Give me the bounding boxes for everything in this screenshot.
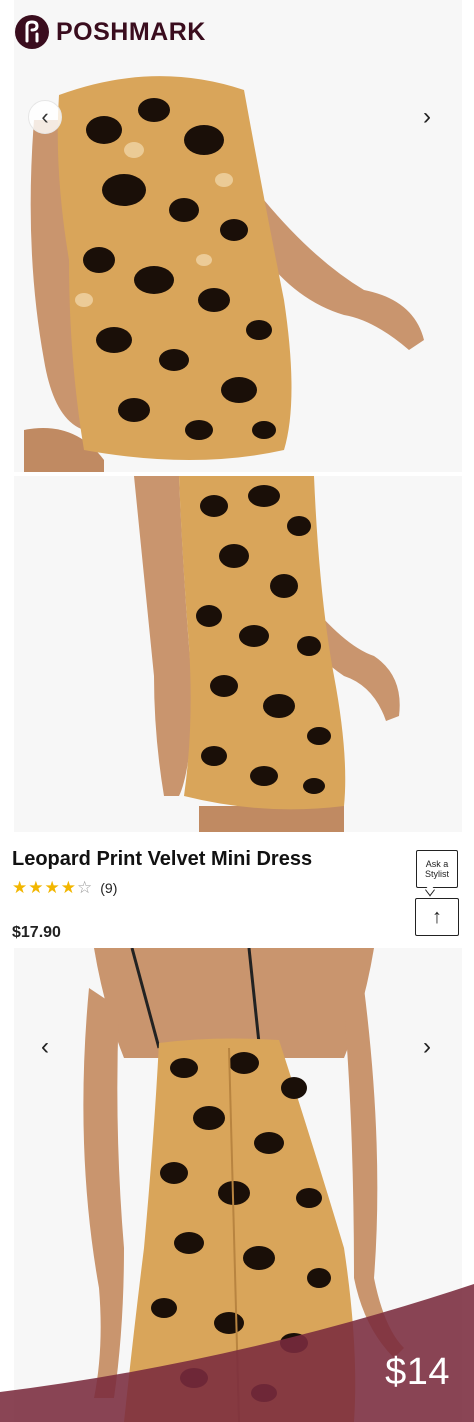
ask-a-stylist-button[interactable]: Ask a Stylist bbox=[416, 850, 458, 888]
product-title: Leopard Print Velvet Mini Dress bbox=[12, 848, 313, 870]
product-photo-side[interactable] bbox=[14, 476, 462, 832]
review-count[interactable]: (9) bbox=[100, 880, 117, 896]
ask-label-line1: Ask a bbox=[425, 859, 449, 869]
chevron-left-icon: ‹ bbox=[41, 104, 49, 129]
poshmark-logo-icon bbox=[15, 15, 49, 49]
next-image-button-bottom[interactable]: › bbox=[412, 1032, 442, 1062]
product-price: $17.90 bbox=[12, 924, 61, 941]
next-image-button[interactable]: › bbox=[412, 102, 442, 132]
rating-stars[interactable]: ★ ★ ★ ★ ☆ (9) bbox=[12, 878, 117, 898]
listing-price: $14 bbox=[385, 1351, 450, 1393]
ask-label-line2: Stylist bbox=[424, 869, 449, 879]
star-filled-icon: ★ bbox=[28, 878, 44, 897]
product-photo-front[interactable] bbox=[14, 0, 462, 472]
product-info: Leopard Print Velvet Mini Dress ★ ★ ★ ★ … bbox=[0, 832, 474, 948]
star-empty-icon: ☆ bbox=[77, 878, 93, 897]
star-filled-icon: ★ bbox=[60, 878, 76, 897]
star-filled-icon: ★ bbox=[44, 878, 60, 897]
share-button[interactable]: ↑ bbox=[415, 898, 459, 936]
brand-name: POSHMARK bbox=[56, 17, 206, 46]
star-filled-icon: ★ bbox=[12, 878, 28, 897]
share-arrow-icon: ↑ bbox=[432, 905, 442, 928]
prev-image-button-bottom[interactable]: ‹ bbox=[30, 1032, 60, 1062]
poshmark-brand[interactable]: POSHMARK bbox=[14, 14, 206, 50]
chevron-right-icon: › bbox=[423, 103, 431, 130]
prev-image-button[interactable]: ‹ bbox=[28, 100, 62, 134]
chevron-right-icon: › bbox=[423, 1033, 431, 1060]
chevron-left-icon: ‹ bbox=[41, 1033, 49, 1060]
